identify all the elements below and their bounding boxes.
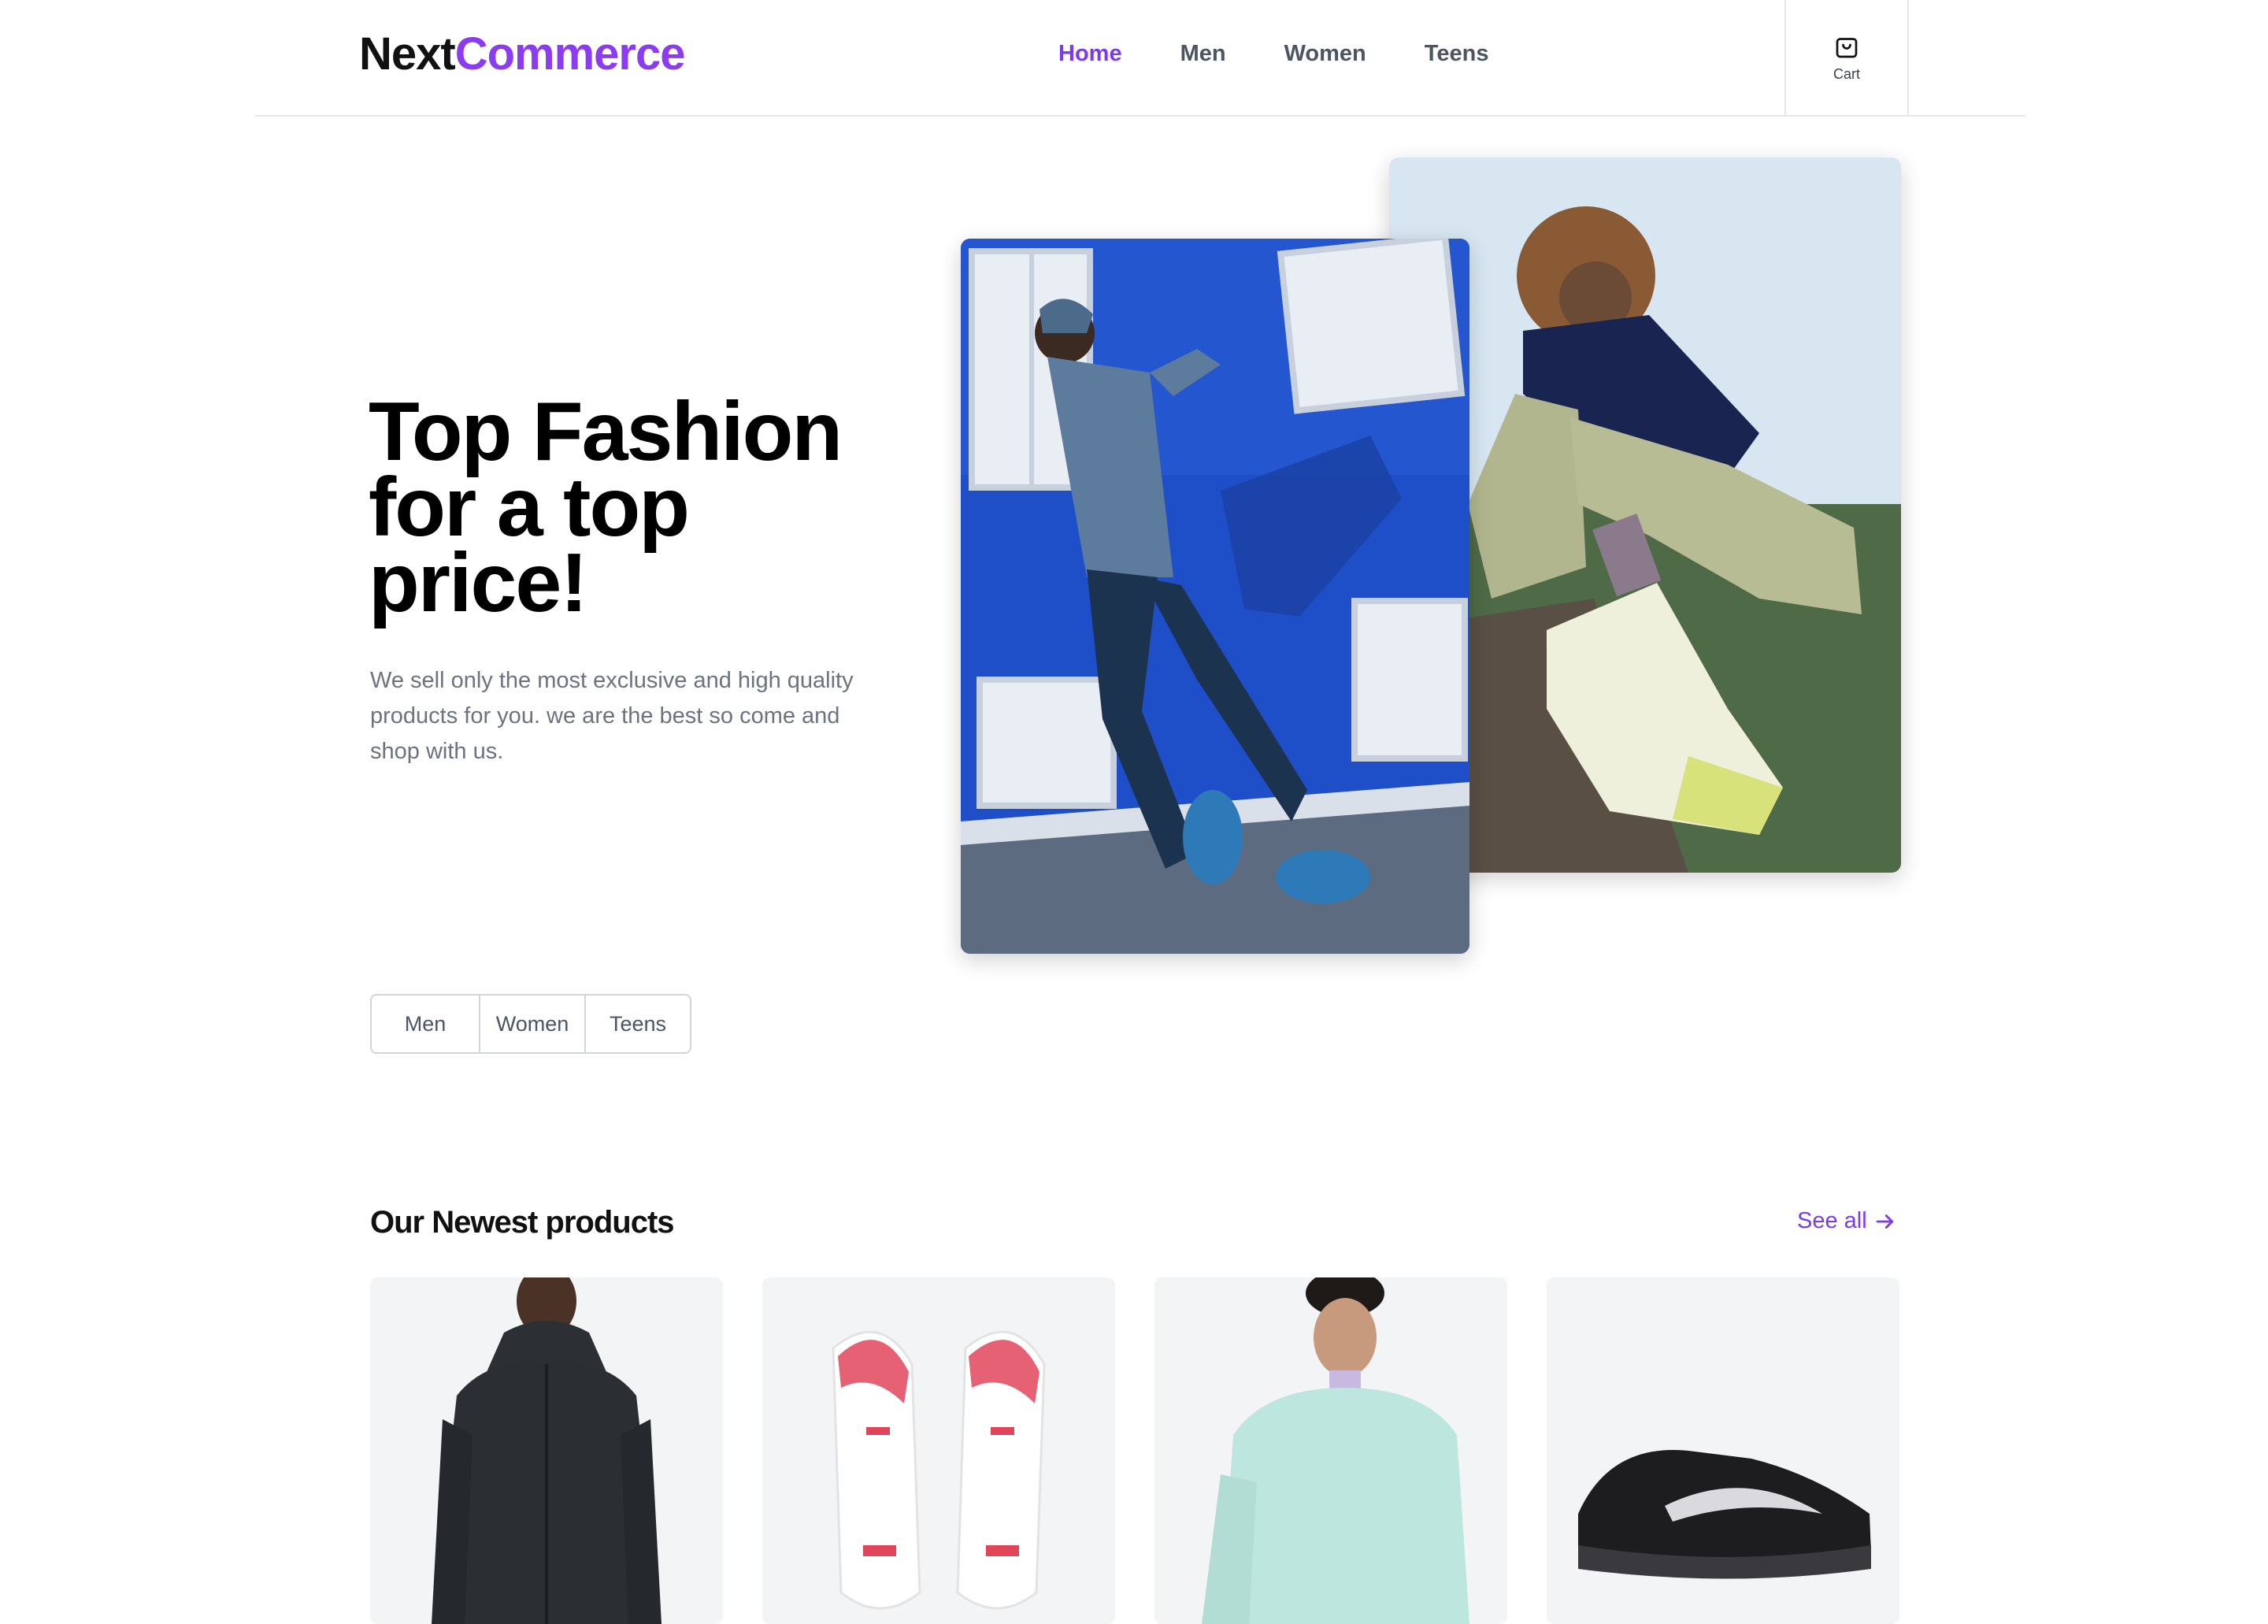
logo-text-next: Next: [359, 28, 456, 80]
hero-description: We sell only the most exclusive and high…: [370, 668, 854, 764]
category-button-men[interactable]: Men: [372, 996, 479, 1052]
logo-text-commerce: Commerce: [454, 28, 686, 80]
shopping-bag-icon: [1836, 37, 1858, 57]
nav-teens[interactable]: Teens: [1425, 36, 1489, 71]
category-button-teens[interactable]: Teens: [584, 996, 690, 1052]
nav-home[interactable]: Home: [1058, 36, 1122, 71]
see-all-label: See all: [1797, 1208, 1867, 1233]
arrow-right-icon: [1876, 1214, 1893, 1229]
cart-button[interactable]: Cart: [1784, 0, 1909, 117]
category-button-women[interactable]: Women: [479, 996, 584, 1052]
product-card-mint-sweatshirt[interactable]: [1154, 1277, 1507, 1624]
runner-image: [961, 239, 1469, 954]
product-card-black-jacket[interactable]: [370, 1277, 723, 1624]
main-nav: Home Men Women Teens: [1058, 36, 1547, 71]
see-all-link[interactable]: See all: [1797, 1208, 1897, 1234]
cart-label: Cart: [1833, 65, 1860, 82]
black-jacket-image: [370, 1277, 723, 1624]
product-card-black-running-shoe[interactable]: [1547, 1277, 1899, 1624]
black-running-shoe-image: [1547, 1277, 1899, 1624]
section-title: Our Newest products: [370, 1205, 675, 1240]
mint-sweatshirt-image: [1154, 1277, 1507, 1624]
product-card-white-sneakers[interactable]: [762, 1277, 1115, 1624]
white-red-sneakers-image: [762, 1277, 1115, 1624]
nav-men[interactable]: Men: [1180, 36, 1226, 71]
site-header: NextCommerce Home Men Women Teens Cart: [255, 0, 2025, 117]
logo-link[interactable]: NextCommerce: [359, 24, 686, 85]
category-button-group: Men Women Teens: [370, 994, 691, 1054]
hero-title: Top Fashion for a top price!: [369, 385, 843, 629]
nav-women[interactable]: Women: [1284, 36, 1366, 71]
